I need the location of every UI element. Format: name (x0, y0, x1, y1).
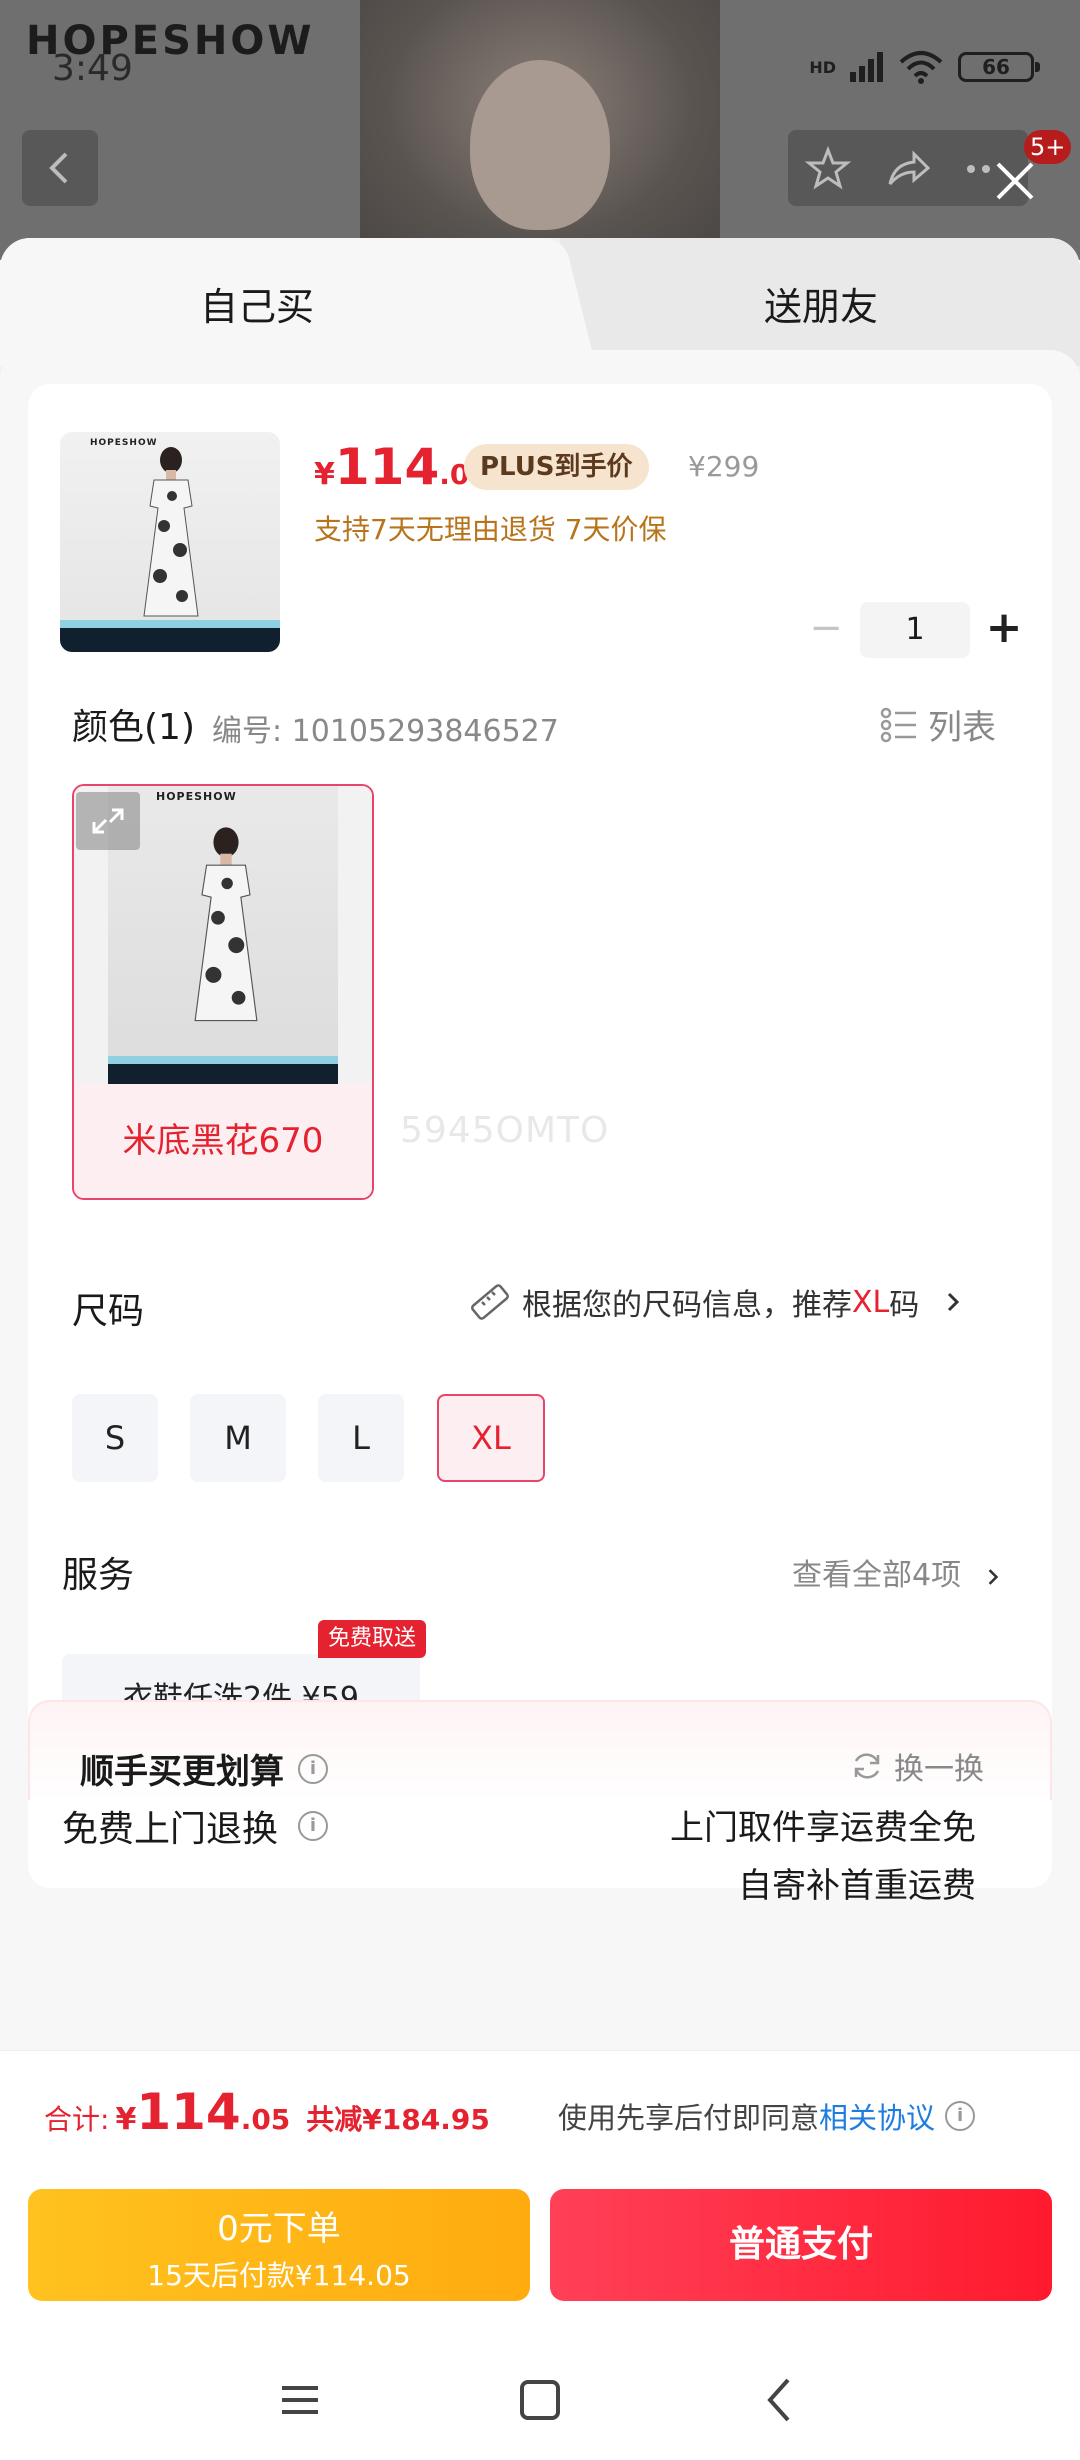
price-integer: 114 (334, 438, 440, 496)
dress-figure-image (143, 447, 199, 617)
close-icon[interactable] (990, 156, 1040, 206)
tab-self[interactable]: 自己买 (200, 276, 314, 331)
swatch-info-strip-top (108, 1056, 338, 1064)
return-support-text: 支持7天无理由退货 7天价保 (314, 513, 667, 546)
service-item-tag: 免费取送 (318, 1620, 427, 1658)
chevron-left-icon (49, 152, 68, 184)
product-thumbnail[interactable]: HOPESHOW (60, 432, 280, 652)
bundle-refresh-label: 换一换 (894, 1752, 984, 1787)
original-price: ¥299 (688, 450, 760, 483)
signal-icon (850, 52, 883, 82)
status-icons: HD 66 (809, 50, 1040, 84)
chevron-right-icon (988, 1568, 998, 1585)
bundle-refresh-button[interactable]: 换一换 (850, 1744, 984, 1788)
service-view-all[interactable]: 查看全部4项 (792, 1550, 1005, 1594)
swatch-info-strip (108, 1064, 338, 1084)
list-icon (880, 707, 916, 742)
size-option-m[interactable]: M (190, 1394, 286, 1482)
status-time: 3:49 (52, 48, 133, 89)
agreement-row: 使用先享后付即同意相关协议 i (558, 2095, 976, 2137)
total-decimal: .05 (240, 2103, 291, 2136)
agreement-text: 使用先享后付即同意 (558, 2101, 820, 2135)
back-button[interactable] (22, 130, 98, 206)
pay-later-label: 0元下单 (217, 2209, 341, 2249)
bundle-heading: 顺手买更划算 (80, 1752, 284, 1792)
service-view-all-label: 查看全部4项 (792, 1558, 962, 1593)
quantity-minus-button[interactable]: − (798, 602, 854, 658)
wifi-icon (899, 51, 943, 84)
return-info-line-2: 自寄补首重运费 (738, 1866, 976, 1906)
return-info-line-1: 上门取件享运费全免 (670, 1808, 976, 1848)
price-display: ¥ 114 .05 (314, 438, 489, 496)
bundle-heading-row: 顺手买更划算 i (80, 1744, 328, 1793)
thumb-info-strip-top (60, 620, 280, 628)
list-view-label: 列表 (928, 708, 996, 748)
tab-gift[interactable]: 送朋友 (764, 276, 878, 331)
size-rec-value: XL (852, 1284, 890, 1320)
return-heading-row: 免费上门退换 i (62, 1800, 329, 1852)
network-type-label: HD (809, 57, 836, 77)
watermark-text: 5945OMTO (400, 1110, 610, 1151)
system-nav-bar (0, 2340, 1080, 2460)
list-view-button[interactable]: 列表 (880, 700, 996, 749)
share-icon[interactable] (884, 144, 932, 192)
total-label: 合计: (44, 2103, 110, 2136)
color-heading: 颜色(1) (72, 707, 195, 748)
pay-later-sublabel: 15天后付款¥114.05 (147, 2259, 411, 2292)
star-icon[interactable] (804, 144, 852, 192)
pay-later-button[interactable]: 0元下单 15天后付款¥114.05 (28, 2189, 530, 2301)
size-rec-suffix: 码 (889, 1288, 920, 1323)
back-icon[interactable] (750, 2370, 810, 2430)
quantity-stepper: − 1 + (798, 602, 1032, 658)
size-option-s[interactable]: S (72, 1394, 158, 1482)
agreement-link[interactable]: 相关协议 (819, 2101, 935, 2135)
total-currency: ¥ (115, 2102, 137, 2137)
color-option-image: HOPESHOW (74, 786, 372, 1084)
size-rec-prefix: 根据您的尺码信息，推荐 (522, 1288, 852, 1323)
size-heading: 尺码 (72, 1291, 145, 1332)
size-option-xl[interactable]: XL (437, 1394, 545, 1482)
plus-price-tag: PLUS到手价 (464, 444, 649, 490)
model-face (470, 60, 610, 230)
normal-pay-button[interactable]: 普通支付 (550, 2189, 1052, 2301)
expand-icon[interactable] (76, 792, 140, 850)
info-icon[interactable]: i (298, 1753, 328, 1784)
quantity-plus-button[interactable]: + (976, 602, 1032, 658)
size-recommendation[interactable]: 根据您的尺码信息，推荐 XL 码 (468, 1280, 967, 1324)
tab-bar: 自己买 送朋友 (0, 238, 1080, 366)
home-icon[interactable] (510, 2370, 570, 2430)
price-currency: ¥ (314, 457, 335, 492)
sku-card: HOPESHOW ¥ 114 .05 PLUS到手价 ¥299 支持7天无理由退… (28, 384, 1052, 1906)
size-option-l[interactable]: L (318, 1394, 404, 1482)
total-price-row: 合计: ¥ 114 .05 共减¥184.95 (44, 2083, 490, 2141)
ruler-icon (471, 1284, 509, 1320)
thumb-info-strip (60, 628, 280, 652)
return-heading: 免费上门退换 (62, 1809, 279, 1850)
swatch-dress-figure (194, 827, 258, 1022)
service-heading: 服务 (62, 1555, 135, 1596)
menu-icon[interactable] (270, 2370, 330, 2430)
battery-indicator: 66 (958, 52, 1040, 82)
color-option-label: 米底黑花670 (74, 1084, 372, 1198)
color-option-selected[interactable]: HOPESHOW 米底黑花670 (72, 784, 374, 1200)
product-code: 编号: 10105293846527 (212, 714, 559, 749)
total-integer: 114 (136, 2083, 241, 2141)
info-icon[interactable]: i (298, 1811, 329, 1841)
total-savings: 共减¥184.95 (306, 2103, 490, 2136)
chevron-right-icon (948, 1292, 960, 1312)
info-icon[interactable]: i (945, 2101, 976, 2131)
quantity-value[interactable]: 1 (860, 602, 970, 658)
refresh-icon (854, 1753, 880, 1779)
